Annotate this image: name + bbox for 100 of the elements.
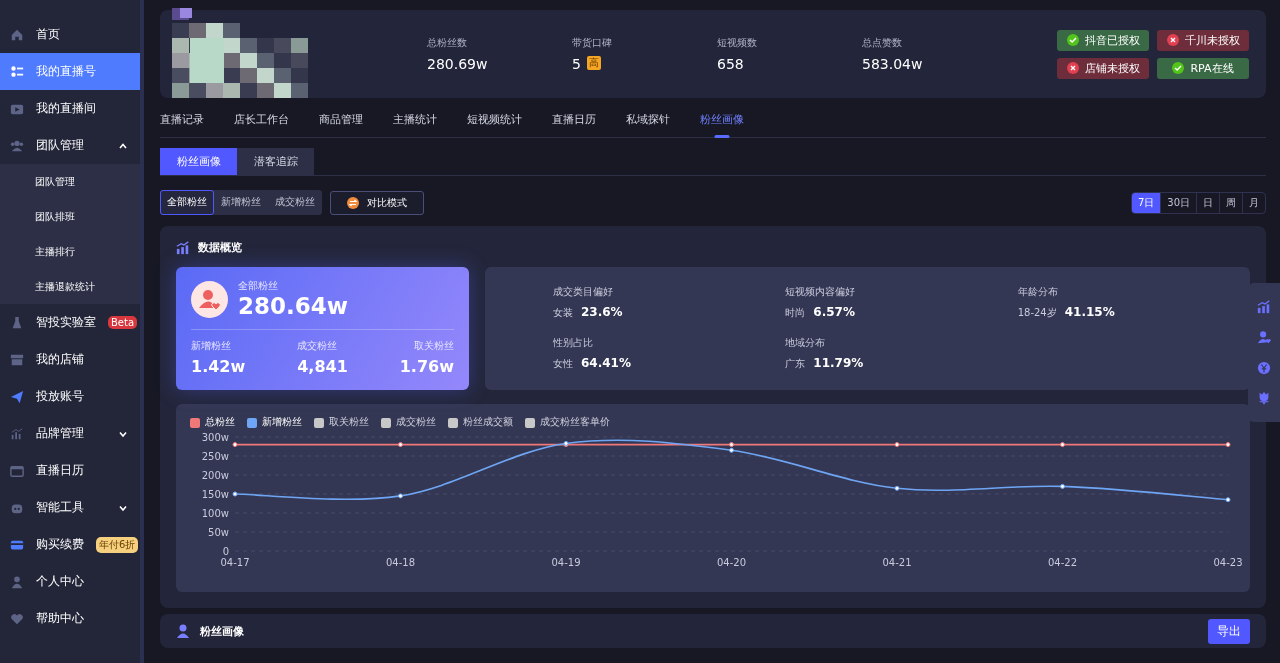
legend-item[interactable]: 粉丝成交额 [448, 416, 513, 429]
stat-label: 总粉丝数 [427, 36, 468, 50]
user-icon [176, 623, 192, 639]
legend-item[interactable]: 成交粉丝 [381, 416, 436, 429]
tab[interactable]: 主播统计 [393, 104, 437, 137]
axis-label: 250w [201, 450, 229, 462]
submenu-item[interactable]: 主播退款统计 [0, 269, 140, 304]
period-option[interactable]: 月 [1242, 192, 1265, 213]
submenu-item[interactable]: 团队管理 [0, 164, 140, 199]
legend-swatch [314, 417, 324, 428]
tab[interactable]: 短视频统计 [467, 104, 522, 137]
menu-item-icon [10, 611, 24, 626]
axis-label: 100w [201, 507, 229, 519]
close-icon [1066, 62, 1079, 74]
menu-item-icon [10, 426, 24, 441]
menu-item-icon [10, 463, 24, 478]
axis-label: 04-23 [1213, 557, 1243, 568]
legend-swatch [381, 417, 391, 428]
sidebar-item[interactable]: 团队管理 [0, 127, 140, 164]
tab[interactable]: 粉丝画像 [700, 104, 744, 137]
preference-label: 成交类目偏好 [553, 285, 614, 299]
sidebar-item[interactable]: 个人中心 [0, 563, 140, 600]
tab[interactable]: 商品管理 [319, 104, 363, 137]
axis-label: 04-22 [1047, 557, 1078, 568]
period-option[interactable]: 周 [1219, 192, 1242, 213]
legend-swatch [525, 417, 535, 428]
tulip-icon[interactable] [1257, 391, 1271, 406]
submenu-item[interactable]: 主播排行 [0, 234, 140, 269]
stat-value: 280.69w [427, 56, 488, 72]
preference-name: 广东 [785, 357, 806, 371]
axis-label: 04-20 [716, 557, 747, 568]
user-heart-icon[interactable] [1257, 330, 1271, 345]
submenu-item[interactable]: 团队排班 [0, 199, 140, 234]
sidebar-item[interactable]: 帮助中心 [0, 600, 140, 637]
filter-option[interactable]: 全部粉丝 [160, 190, 214, 215]
tab[interactable]: 直播记录 [160, 104, 204, 137]
legend-item[interactable]: 总粉丝 [190, 416, 235, 429]
tab[interactable]: 私域探针 [626, 104, 670, 137]
legend-item[interactable]: 成交粉丝客单价 [525, 416, 610, 429]
period-option[interactable]: 30日 [1160, 192, 1196, 213]
sidebar-badge: Beta [108, 316, 138, 329]
stat-value: 583.04w [862, 56, 923, 72]
filter-option[interactable]: 成交粉丝 [268, 190, 322, 215]
coin-icon[interactable] [1257, 360, 1271, 375]
sidebar-item[interactable]: 智能工具 [0, 489, 140, 526]
stat-label: 短视频数 [717, 36, 758, 50]
card-label: 全部粉丝 [238, 279, 279, 293]
legend-item[interactable]: 新增粉丝 [247, 416, 302, 429]
sub-tab[interactable]: 潜客追踪 [237, 148, 314, 175]
card-label: 取关粉丝 [414, 339, 454, 353]
rating-badge: 高 [586, 56, 601, 70]
tab[interactable]: 店长工作台 [234, 104, 289, 137]
chart-icon[interactable] [1257, 299, 1271, 314]
legend-item[interactable]: 取关粉丝 [314, 416, 369, 429]
export-button[interactable]: 导出 [1208, 618, 1250, 644]
preference-label: 短视频内容偏好 [785, 285, 857, 299]
axis-label: 0 [222, 545, 229, 557]
section-title: 粉丝画像 [200, 623, 244, 639]
sidebar-item[interactable]: 首页 [0, 16, 140, 53]
sidebar-item[interactable]: 我的店铺 [0, 341, 140, 378]
period-option[interactable]: 7日 [1131, 192, 1161, 213]
status-text: 店铺未授权 [1084, 60, 1140, 76]
sidebar-item[interactable]: 购买续费 年付6折 [0, 526, 140, 563]
status-text: 抖音已授权 [1084, 32, 1140, 48]
card-label: 新增粉丝 [191, 339, 232, 353]
check-icon [1172, 62, 1185, 74]
section-title: 数据概览 [198, 240, 242, 255]
menu-item-icon [10, 315, 24, 330]
sidebar-item[interactable]: 智投实验室 Beta [0, 304, 140, 341]
period-option[interactable]: 日 [1196, 192, 1219, 213]
stat-value: 5 [572, 56, 581, 72]
sidebar-badge: 年付6折 [96, 536, 139, 553]
check-icon [1066, 34, 1079, 46]
filter-option[interactable]: 新增粉丝 [214, 190, 268, 215]
card-value: 1.76w [399, 357, 454, 376]
swap-icon [347, 196, 359, 209]
compare-button[interactable]: 对比模式 [330, 190, 424, 215]
sidebar-item[interactable]: 品牌管理 [0, 415, 140, 452]
sidebar-item[interactable]: 投放账号 [0, 378, 140, 415]
preference-label: 地域分布 [785, 336, 827, 350]
axis-label: 50w [208, 526, 229, 538]
stat-label: 总点赞数 [862, 36, 903, 50]
menu-item-icon [10, 138, 24, 153]
axis-label: 04-21 [882, 557, 912, 568]
axis-label: 04-19 [551, 557, 581, 568]
axis-label: 150w [201, 488, 229, 500]
preference-label: 年龄分布 [1017, 285, 1059, 299]
menu-item-icon [10, 64, 24, 79]
sub-tab[interactable]: 粉丝画像 [160, 148, 237, 175]
stat-label: 带货口碑 [572, 36, 613, 50]
tab[interactable]: 直播日历 [552, 104, 596, 137]
preference-name: 时尚 [785, 306, 806, 320]
sidebar-item[interactable]: 我的直播号 [0, 53, 140, 90]
sidebar-item[interactable]: 直播日历 [0, 452, 140, 489]
axis-label: 200w [201, 469, 229, 481]
menu-item-icon [10, 389, 24, 404]
preference-name: 女性 [553, 357, 573, 371]
legend-swatch [448, 417, 458, 428]
preference-name: 18-24岁 [1017, 306, 1057, 320]
sidebar-item[interactable]: 我的直播间 [0, 90, 140, 127]
